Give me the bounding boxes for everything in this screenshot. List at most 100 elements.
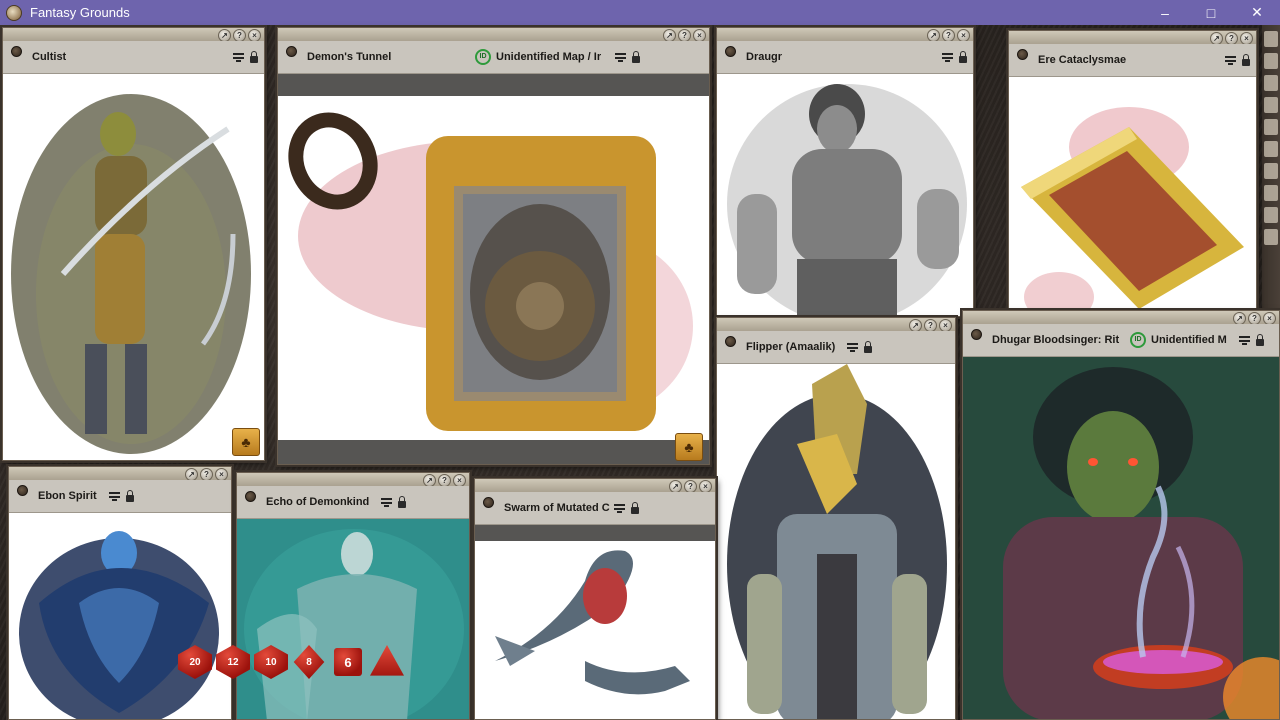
window-title: Draugr — [746, 51, 783, 63]
app-logo-icon — [6, 4, 22, 21]
flipper-window[interactable]: ↗ ? × Flipper (Amaalik) — [716, 317, 956, 720]
window-title: Flipper (Amaalik) — [746, 341, 836, 353]
echo-of-demonkind-image — [237, 519, 469, 719]
window-header: Ebon Spirit — [9, 480, 231, 513]
dhugar-image — [963, 357, 1279, 719]
menu-icon[interactable] — [233, 52, 244, 62]
window-header: Ere Cataclysmae — [1009, 44, 1256, 77]
window-topbar[interactable]: ↗ ? × — [717, 318, 955, 332]
window-bullet-icon — [1017, 49, 1028, 60]
cultist-window[interactable]: ↗ ? × Cultist ♣ — [2, 27, 265, 461]
menu-icon[interactable] — [942, 52, 953, 62]
dice-tray: 20 12 10 8 6 — [178, 645, 404, 679]
ebon-spirit-image — [9, 513, 231, 719]
lock-icon[interactable] — [632, 50, 640, 63]
echo-of-demonkind-window[interactable]: ↗ ? × Echo of Demonkind — [236, 472, 470, 720]
sidebar-tool-icon[interactable] — [1264, 75, 1278, 91]
tunnel-image — [278, 96, 709, 440]
window-bullet-icon — [725, 336, 736, 347]
swarm-window[interactable]: ↗ ? × Swarm of Mutated C — [474, 478, 716, 720]
window-header: Swarm of Mutated C — [475, 492, 715, 525]
close-window-button[interactable]: ✕ — [1234, 0, 1280, 25]
lock-icon[interactable] — [125, 489, 134, 502]
ebon-spirit-window[interactable]: ↗ ? × Ebon Spirit — [8, 466, 232, 720]
app-title: Fantasy Grounds — [30, 5, 130, 20]
menu-icon[interactable] — [1239, 335, 1250, 345]
menu-icon[interactable] — [108, 491, 120, 501]
window-title: Swarm of Mutated C — [504, 502, 610, 514]
lock-icon[interactable] — [959, 50, 967, 63]
footer-strip — [278, 440, 709, 464]
flipper-image — [717, 364, 955, 719]
lock-icon[interactable] — [398, 495, 407, 508]
window-title: Echo of Demonkind — [266, 496, 370, 508]
window-title: Ebon Spirit — [38, 490, 97, 502]
menu-icon[interactable] — [613, 503, 625, 513]
d4-die[interactable] — [370, 645, 404, 676]
sidebar-tool-icon[interactable] — [1264, 31, 1278, 47]
maximize-button[interactable]: □ — [1188, 0, 1234, 25]
d20-die[interactable]: 20 — [178, 645, 212, 679]
lock-icon[interactable] — [1242, 53, 1250, 66]
window-bullet-icon — [245, 491, 256, 502]
ere-cataclysmae-window[interactable]: ↗ ? × Ere Cataclysmae — [1008, 30, 1257, 310]
app-titlebar: Fantasy Grounds – □ ✕ — [0, 0, 1280, 25]
sidebar-tool-icon[interactable] — [1264, 53, 1278, 69]
window-header: Demon's Tunnel ID Unidentified Map / Ir — [278, 41, 709, 74]
menu-icon[interactable] — [1225, 55, 1236, 65]
share-button[interactable]: ♣ — [232, 428, 260, 456]
sidebar-tool-icon[interactable] — [1264, 163, 1278, 179]
window-topbar[interactable]: ↗ ? × — [278, 28, 709, 42]
window-title: Ere Cataclysmae — [1038, 54, 1127, 66]
window-subtitle: Unidentified Map / Ir — [496, 51, 602, 63]
window-topbar[interactable]: ↗ ? × — [3, 28, 264, 42]
window-bullet-icon — [286, 46, 297, 57]
draugr-window[interactable]: ↗ ? × Draugr — [716, 27, 974, 317]
identified-status-icon[interactable]: ID — [1130, 332, 1146, 348]
swarm-image — [475, 541, 715, 719]
lock-icon[interactable] — [630, 501, 639, 514]
sidebar-tool-icon[interactable] — [1264, 97, 1278, 113]
window-topbar[interactable]: ↗ ? × — [1009, 31, 1256, 45]
window-topbar[interactable]: ↗ ? × — [717, 28, 973, 42]
cultist-image — [3, 74, 264, 460]
window-bullet-icon — [483, 497, 494, 508]
demons-tunnel-window[interactable]: ↗ ? × Demon's Tunnel ID Unidentified Map… — [277, 27, 710, 465]
window-title: Demon's Tunnel — [307, 51, 392, 63]
window-bullet-icon — [725, 46, 736, 57]
window-header: Cultist — [3, 41, 264, 74]
window-header: Echo of Demonkind — [237, 486, 469, 519]
window-title: Dhugar Bloodsinger: Rit — [992, 334, 1120, 346]
d6-die[interactable]: 6 — [334, 648, 362, 676]
window-subtitle: Unidentified M — [1151, 334, 1227, 346]
window-bullet-icon — [11, 46, 22, 57]
sidebar-tool-icon[interactable] — [1264, 141, 1278, 157]
lock-icon[interactable] — [864, 340, 873, 353]
draugr-image — [717, 74, 973, 316]
sidebar-tool-icon[interactable] — [1264, 229, 1278, 245]
d8-die[interactable]: 8 — [293, 645, 325, 679]
dhugar-bloodsinger-window[interactable]: ↗ ? × Dhugar Bloodsinger: Rit ID Unident… — [962, 310, 1280, 720]
toolbar-strip — [278, 74, 709, 96]
share-button[interactable]: ♣ — [675, 433, 703, 461]
window-topbar[interactable]: ↗ ? × — [963, 311, 1279, 325]
sidebar-tool-icon[interactable] — [1264, 207, 1278, 223]
minimize-button[interactable]: – — [1142, 0, 1188, 25]
lock-icon[interactable] — [1256, 333, 1264, 346]
menu-icon[interactable] — [381, 497, 393, 507]
d10-die[interactable]: 10 — [254, 645, 288, 679]
window-header: Draugr — [717, 41, 973, 74]
window-topbar[interactable]: ↗ ? × — [475, 479, 715, 493]
menu-icon[interactable] — [847, 342, 859, 352]
window-header: Flipper (Amaalik) — [717, 331, 955, 364]
sidebar-tool-icon[interactable] — [1264, 119, 1278, 135]
d12-die[interactable]: 12 — [216, 645, 250, 679]
menu-icon[interactable] — [615, 52, 626, 62]
sidebar-tool-icon[interactable] — [1264, 185, 1278, 201]
window-topbar[interactable]: ↗ ? × — [9, 467, 231, 481]
lock-icon[interactable] — [250, 50, 258, 63]
window-topbar[interactable]: ↗ ? × — [237, 473, 469, 487]
identified-status-icon[interactable]: ID — [475, 49, 491, 65]
window-bullet-icon — [17, 485, 28, 496]
window-bullet-icon — [971, 329, 982, 340]
